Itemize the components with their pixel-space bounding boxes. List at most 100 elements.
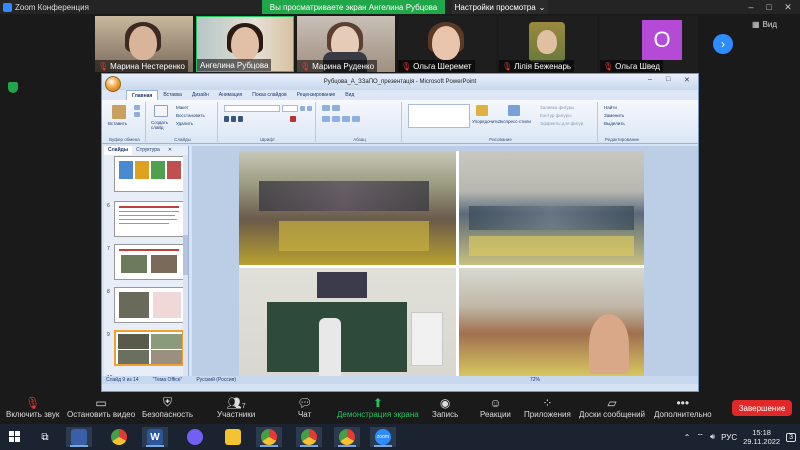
shape-outline-button[interactable]: Контур фигуры — [540, 113, 571, 118]
ppt-minimize-icon[interactable]: – — [648, 76, 652, 83]
shield-icon[interactable] — [8, 82, 18, 93]
tab-review[interactable]: Рецензирование — [292, 90, 341, 100]
viber-icon[interactable] — [182, 427, 208, 447]
taskbar-save-app-icon[interactable] — [66, 427, 92, 447]
video-tile-active-speaker[interactable]: Ангелина Рубцова — [196, 16, 294, 72]
chrome-window-icon[interactable] — [334, 427, 360, 447]
zoom-level[interactable]: 72% — [530, 377, 540, 383]
security-button[interactable]: ⛨ Безопасность — [142, 394, 193, 419]
chrome-icon[interactable] — [106, 427, 132, 447]
shrink-font-icon[interactable] — [307, 106, 312, 111]
delete-button[interactable]: Удалить — [176, 121, 193, 126]
cut-icon[interactable] — [134, 105, 140, 110]
task-view-icon[interactable]: ⧉ — [32, 427, 58, 447]
italic-icon[interactable] — [231, 116, 236, 122]
copy-icon[interactable] — [134, 112, 140, 117]
shield-icon: ⛨ — [163, 395, 173, 409]
font-name-field[interactable] — [224, 105, 280, 112]
share-screen-button[interactable]: ⬆ Демонстрация экрана — [337, 394, 419, 419]
video-tile[interactable]: 🎙︎ Лілія Беженарь — [499, 16, 597, 72]
tab-slideshow[interactable]: Показ слайдов — [247, 90, 291, 100]
replace-button[interactable]: Заменить — [604, 113, 624, 118]
chevron-down-icon: ⌄ — [538, 2, 546, 12]
slide-thumbnail[interactable] — [114, 244, 184, 280]
ppt-close-icon[interactable]: ✕ — [684, 76, 690, 84]
apps-button[interactable]: ⁘ Приложения — [524, 394, 571, 419]
unmute-button[interactable]: 🎙︎ Включить звук — [6, 394, 59, 419]
slide-thumbnail[interactable] — [114, 287, 184, 323]
bold-icon[interactable] — [224, 116, 229, 122]
arrange-icon[interactable] — [476, 105, 488, 116]
paste-icon[interactable] — [112, 105, 126, 119]
layout-button[interactable]: Макет — [176, 105, 189, 110]
tab-view[interactable]: Вид — [340, 90, 359, 100]
shape-effects-button[interactable]: Эффекты для фигур — [540, 121, 583, 126]
numbering-icon[interactable] — [332, 105, 340, 111]
close-pane-icon[interactable]: ✕ — [164, 146, 176, 155]
keyboard-language[interactable]: РУС — [721, 433, 737, 442]
start-windows-icon[interactable] — [2, 427, 28, 447]
close-icon[interactable]: ✕ — [781, 0, 795, 14]
tab-animation[interactable]: Анимация — [214, 90, 247, 100]
font-size-field[interactable] — [282, 105, 298, 112]
reactions-button[interactable]: ☺ Реакции — [480, 394, 511, 419]
new-slide-icon[interactable] — [154, 105, 168, 117]
tab-slides[interactable]: Слайды — [104, 146, 133, 155]
minimize-icon[interactable]: – — [744, 0, 758, 14]
slide-thumbnail[interactable] — [114, 156, 184, 192]
pane-scrollbar[interactable] — [183, 155, 188, 384]
view-button[interactable]: ▦ Вид — [752, 20, 777, 29]
justify-icon[interactable] — [352, 116, 360, 122]
tab-home[interactable]: Главная — [126, 90, 159, 100]
whiteboards-button[interactable]: ▱ Доски сообщений — [579, 394, 645, 419]
record-button[interactable]: ◉ Запись — [432, 394, 458, 419]
find-button[interactable]: Найти — [604, 105, 617, 110]
file-explorer-icon[interactable] — [220, 427, 246, 447]
underline-icon[interactable] — [238, 116, 243, 122]
tab-insert[interactable]: Вставка — [158, 90, 187, 100]
group-label: Слайды — [174, 137, 191, 142]
more-button[interactable]: ••• Дополнительно — [654, 394, 712, 419]
align-right-icon[interactable] — [342, 116, 350, 122]
chevron-up-icon[interactable]: ⌃ — [684, 433, 691, 442]
stop-video-button[interactable]: ▭ Остановить видео — [67, 394, 135, 419]
video-tile[interactable]: 🎙︎ Ольга Шеремет — [398, 16, 496, 72]
paste-button[interactable]: Вставить — [108, 121, 127, 126]
network-icon[interactable]: ⌔ — [697, 432, 705, 442]
clock[interactable]: 15:18 29.11.2022 — [743, 428, 780, 446]
chrome-window-icon[interactable] — [296, 427, 322, 447]
pane-tabs: Слайды Структура ✕ — [104, 146, 188, 155]
align-center-icon[interactable] — [332, 116, 340, 122]
shape-fill-button[interactable]: Заливка фигуры — [540, 105, 574, 110]
quick-styles-icon[interactable] — [508, 105, 520, 116]
chrome-window-icon[interactable] — [256, 427, 282, 447]
notifications-icon[interactable]: 3 — [786, 432, 796, 442]
current-slide[interactable] — [239, 151, 644, 377]
view-settings-button[interactable]: Настройки просмотра ⌄ — [452, 0, 548, 14]
maximize-icon[interactable]: □ — [762, 0, 776, 14]
create-slide-button[interactable]: Создать слайд — [151, 120, 175, 130]
end-meeting-button[interactable]: Завершение — [732, 400, 792, 416]
chat-button[interactable]: 💬︎ Чат — [297, 394, 312, 419]
word-icon[interactable]: W — [142, 427, 168, 447]
participants-button[interactable]: 👥︎ 7 Участники — [217, 394, 255, 419]
reset-button[interactable]: Восстановить — [176, 113, 205, 118]
quick-styles-button[interactable]: Экспресс-стили — [498, 119, 531, 124]
select-button[interactable]: Выделить — [604, 121, 625, 126]
zoom-app-icon[interactable]: zoom — [370, 427, 396, 447]
volume-icon[interactable]: 🔊︎ — [710, 432, 715, 442]
arrange-button[interactable]: Упорядочить — [472, 119, 499, 124]
grow-font-icon[interactable] — [300, 106, 305, 111]
bullets-icon[interactable] — [322, 105, 330, 111]
next-page-arrow-icon[interactable]: › — [713, 34, 733, 54]
slide-thumbnail-selected[interactable] — [114, 330, 184, 366]
tab-design[interactable]: Дизайн — [187, 90, 214, 100]
shapes-gallery[interactable] — [408, 104, 470, 128]
slide-thumbnail[interactable] — [114, 201, 184, 237]
video-tile[interactable]: 🎙︎ Марина Руденко — [297, 16, 395, 72]
ppt-maximize-icon[interactable]: □ — [666, 76, 670, 83]
font-color-icon[interactable] — [290, 116, 296, 122]
tab-outline[interactable]: Структура — [132, 146, 164, 155]
video-tile[interactable]: 🎙︎ Марина Нестеренко — [95, 16, 193, 72]
align-left-icon[interactable] — [322, 116, 330, 122]
